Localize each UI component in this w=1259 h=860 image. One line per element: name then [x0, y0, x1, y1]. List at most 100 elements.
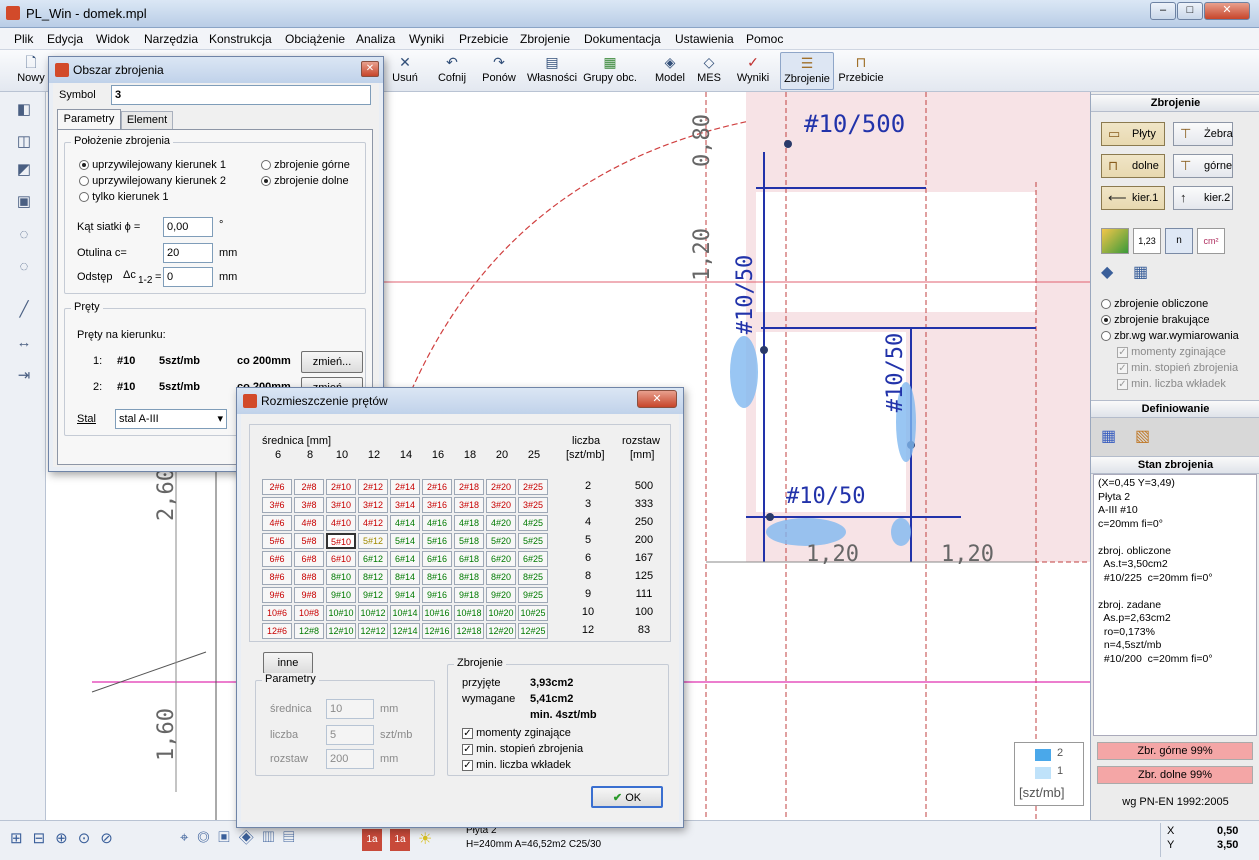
bar-option-cell[interactable]: 8#14	[390, 569, 420, 585]
load-groups-button[interactable]: ▦ Grupy obc.	[582, 52, 638, 84]
bar-option-cell[interactable]: 4#10	[326, 515, 356, 531]
menu-plik[interactable]: Plik	[14, 32, 33, 46]
count-icon[interactable]: n	[1165, 228, 1193, 254]
bar-option-cell[interactable]: 10#8	[294, 605, 324, 621]
ok-button[interactable]: ✔ OK	[591, 786, 663, 808]
bar-option-cell[interactable]: 2#20	[486, 479, 516, 495]
bar-option-cell[interactable]: 5#6	[262, 533, 292, 549]
region-define-icon[interactable]: ▧	[1135, 426, 1159, 448]
layer-a-icon[interactable]: 1a	[362, 829, 382, 851]
bar-option-cell[interactable]: 5#20	[486, 533, 516, 549]
model-button[interactable]: ◈ Model	[652, 52, 688, 84]
bar-option-cell[interactable]: 5#12	[358, 533, 388, 549]
direction1-button[interactable]: ⟵ kier.1	[1101, 186, 1165, 210]
bar-option-cell[interactable]: 6#6	[262, 551, 292, 567]
bar-option-cell[interactable]: 10#20	[486, 605, 516, 621]
menu-dokumentacja[interactable]: Dokumentacja	[584, 32, 661, 46]
change1-button[interactable]: zmień...	[301, 351, 363, 373]
bar-option-cell[interactable]: 5#14	[390, 533, 420, 549]
bar-option-cell[interactable]: 5#18	[454, 533, 484, 549]
bar-option-cell[interactable]: 3#14	[390, 497, 420, 513]
bottom-button[interactable]: ⊓ dolne	[1101, 154, 1165, 178]
region-tool-icon[interactable]: ◩	[12, 160, 36, 182]
bar-option-cell[interactable]: 2#6	[262, 479, 292, 495]
menu-pomoc[interactable]: Pomoc	[746, 32, 783, 46]
bar-option-cell[interactable]: 2#16	[422, 479, 452, 495]
bar-option-cell[interactable]: 8#12	[358, 569, 388, 585]
bar-option-cell[interactable]: 3#10	[326, 497, 356, 513]
bar-option-cell[interactable]: 9#10	[326, 587, 356, 603]
area-icon[interactable]: cm²	[1197, 228, 1225, 254]
count-input[interactable]: 5	[326, 725, 374, 745]
close-button[interactable]: ✕	[1204, 2, 1250, 20]
level-tool-icon[interactable]: ⇥	[12, 366, 36, 388]
bar-option-cell[interactable]: 12#25	[518, 623, 548, 639]
bar-option-cell[interactable]: 2#18	[454, 479, 484, 495]
bar-option-cell[interactable]: 12#18	[454, 623, 484, 639]
check-degree[interactable]: ✓ min. stopień zbrojenia	[462, 743, 583, 755]
menu-narzedzia[interactable]: Narzędzia	[144, 32, 198, 46]
radio-bottom[interactable]: zbrojenie dolne	[261, 175, 349, 187]
bar-option-cell[interactable]: 4#6	[262, 515, 292, 531]
direction2-button[interactable]: ↑ kier.2	[1173, 186, 1233, 210]
bar-option-cell[interactable]: 2#12	[358, 479, 388, 495]
bar-option-cell[interactable]: 9#20	[486, 587, 516, 603]
bar-option-cell[interactable]: 4#16	[422, 515, 452, 531]
spacing-input[interactable]: 200	[326, 749, 374, 769]
radio-only-dir1[interactable]: tylko kierunek 1	[79, 191, 169, 203]
bar-option-cell[interactable]: 3#12	[358, 497, 388, 513]
bar-option-cell[interactable]: 9#6	[262, 587, 292, 603]
menu-analiza[interactable]: Analiza	[356, 32, 395, 46]
bar-option-cell[interactable]: 9#16	[422, 587, 452, 603]
view-tools[interactable]: ⊞⊟⊕⊙⊘	[10, 829, 170, 851]
bar-option-cell[interactable]: 5#10	[326, 533, 356, 549]
minimize-button[interactable]: –	[1150, 2, 1176, 20]
hole-tool-icon[interactable]: ◫	[12, 132, 36, 154]
bar-option-cell[interactable]: 2#14	[390, 479, 420, 495]
check-moments[interactable]: ✓ momenty zginające	[462, 727, 571, 739]
bar-option-cell[interactable]: 10#16	[422, 605, 452, 621]
top-button[interactable]: ⊤ górne	[1173, 154, 1233, 178]
bar-option-cell[interactable]: 12#16	[422, 623, 452, 639]
bar-option-cell[interactable]: 2#25	[518, 479, 548, 495]
edge-tool-icon[interactable]: ◌	[12, 258, 36, 280]
support-tool-icon[interactable]: ◌	[12, 226, 36, 248]
ribs-button[interactable]: ⊤ Żebra	[1173, 122, 1233, 146]
bar-option-cell[interactable]: 9#18	[454, 587, 484, 603]
radio-top[interactable]: zbrojenie górne	[261, 159, 350, 171]
bar-option-cell[interactable]: 6#14	[390, 551, 420, 567]
symbol-input[interactable]: 3	[111, 85, 371, 105]
light-icon[interactable]: ☀	[418, 829, 436, 851]
bar-option-cell[interactable]: 3#6	[262, 497, 292, 513]
tab-parameters[interactable]: Parametry	[57, 109, 121, 129]
bar-option-cell[interactable]: 3#18	[454, 497, 484, 513]
bar-option-cell[interactable]: 5#8	[294, 533, 324, 549]
layer-b-icon[interactable]: 1a	[390, 829, 410, 851]
delete-button[interactable]: ✕ Usuń	[388, 52, 422, 84]
check-degree[interactable]: ✓ min. stopień zbrojenia	[1117, 362, 1238, 374]
bar-option-cell[interactable]: 6#12	[358, 551, 388, 567]
other-button[interactable]: inne	[263, 652, 313, 674]
bar-option-cell[interactable]: 9#25	[518, 587, 548, 603]
plate-tool-icon[interactable]: ◧	[12, 100, 36, 122]
menu-zbrojenie[interactable]: Zbrojenie	[520, 32, 570, 46]
bar-option-cell[interactable]: 9#14	[390, 587, 420, 603]
line-tool-icon[interactable]: ╱	[12, 300, 36, 322]
bar-option-cell[interactable]: 10#6	[262, 605, 292, 621]
bar-option-cell[interactable]: 8#16	[422, 569, 452, 585]
gap-input[interactable]: 0	[163, 267, 213, 287]
radio-dimensioning[interactable]: zbr.wg war.wymiarowania	[1101, 330, 1239, 342]
check-count[interactable]: ✓ min. liczba wkładek	[462, 759, 571, 771]
bar-option-cell[interactable]: 10#12	[358, 605, 388, 621]
menu-wyniki[interactable]: Wyniki	[409, 32, 444, 46]
bar-option-cell[interactable]: 5#25	[518, 533, 548, 549]
close-button[interactable]: ✕	[637, 390, 677, 408]
radio-pref-dir2[interactable]: uprzywilejowany kierunek 2	[79, 175, 226, 187]
bar-option-cell[interactable]: 3#25	[518, 497, 548, 513]
bar-option-cell[interactable]: 4#25	[518, 515, 548, 531]
radio-calculated[interactable]: zbrojenie obliczone	[1101, 298, 1208, 310]
bar-option-cell[interactable]: 12#8	[294, 623, 324, 639]
bar-option-cell[interactable]: 3#20	[486, 497, 516, 513]
bar-option-cell[interactable]: 8#25	[518, 569, 548, 585]
redo-button[interactable]: ↷ Ponów	[478, 52, 520, 84]
